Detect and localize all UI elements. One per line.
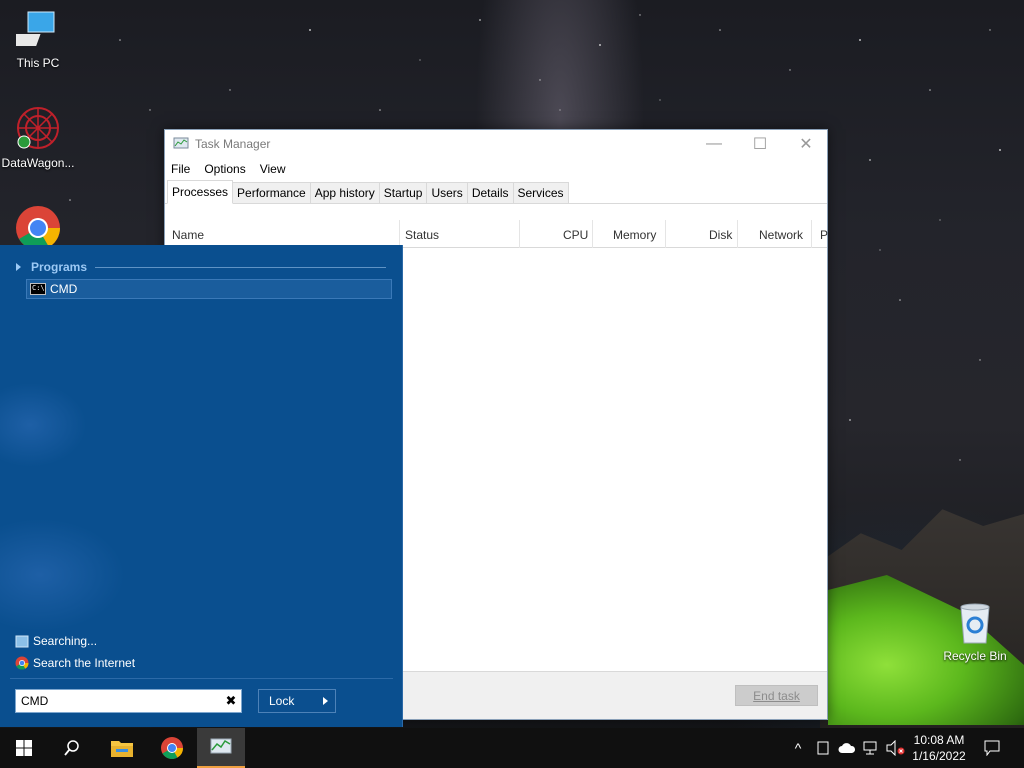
chrome-icon xyxy=(15,656,29,670)
search-button[interactable] xyxy=(48,728,96,768)
desktop-icon-recycle-bin[interactable]: Recycle Bin xyxy=(937,601,1013,663)
programs-heading: Programs xyxy=(16,260,386,274)
search-icon xyxy=(64,740,79,756)
computer-icon xyxy=(16,11,55,46)
column-cpu[interactable]: CPU xyxy=(563,228,588,242)
taskbar: ^ 10:08 AM 1/16/2022 xyxy=(0,728,1024,768)
desktop-icon-label: This PC xyxy=(16,56,60,70)
chrome-icon xyxy=(161,737,183,759)
windows-logo-icon xyxy=(16,740,32,756)
task-manager-taskbar-button[interactable] xyxy=(197,728,245,768)
datawagon-icon xyxy=(17,107,59,149)
tab-performance[interactable]: Performance xyxy=(232,182,311,203)
menu-bar: File Options View xyxy=(165,158,827,180)
recycle-bin-icon xyxy=(960,603,990,644)
end-task-button[interactable]: End task xyxy=(735,685,818,706)
desktop-icon-this-pc[interactable]: This PC xyxy=(0,8,76,70)
clock-date: 1/16/2022 xyxy=(912,749,966,763)
expand-arrow-icon xyxy=(16,263,21,271)
task-manager-icon xyxy=(210,738,232,754)
close-button[interactable]: ✕ xyxy=(783,130,829,158)
window-title: Task Manager xyxy=(195,137,271,151)
tab-app-history[interactable]: App history xyxy=(309,182,380,203)
search-field[interactable]: ✖ xyxy=(15,689,242,713)
action-center-button[interactable] xyxy=(980,728,1004,768)
column-network[interactable]: Network xyxy=(759,228,803,242)
title-bar[interactable]: Task Manager — ☐ ✕ xyxy=(165,130,827,158)
start-menu: Programs C:\ CMD Searching... Search the… xyxy=(0,245,403,727)
minimize-button[interactable]: — xyxy=(691,130,737,158)
desktop-icon-label: Recycle Bin xyxy=(943,649,1007,663)
cmd-icon: C:\ xyxy=(30,283,46,295)
network-icon[interactable] xyxy=(860,728,882,768)
task-manager-icon xyxy=(173,137,189,149)
searching-label: Searching... xyxy=(33,634,98,648)
tray-app-icon[interactable] xyxy=(813,728,833,768)
column-header-row: Name Status CPU Memory Disk Network P xyxy=(165,220,828,248)
desktop-icon-chrome[interactable] xyxy=(0,205,76,245)
start-button[interactable] xyxy=(0,728,48,768)
column-name[interactable]: Name xyxy=(172,228,204,242)
search-input[interactable] xyxy=(21,694,221,708)
clear-search-icon[interactable]: ✖ xyxy=(221,693,241,709)
menu-view[interactable]: View xyxy=(260,162,286,176)
notification-icon xyxy=(984,740,1000,756)
column-memory[interactable]: Memory xyxy=(613,228,656,242)
search-result-cmd[interactable]: C:\ CMD xyxy=(26,279,392,299)
tab-processes[interactable]: Processes xyxy=(167,180,234,204)
power-options-arrow-button[interactable] xyxy=(315,689,336,713)
clock[interactable]: 10:08 AM 1/16/2022 xyxy=(904,732,974,764)
menu-options[interactable]: Options xyxy=(204,162,245,176)
chrome-icon xyxy=(16,206,60,245)
tab-startup[interactable]: Startup xyxy=(378,182,428,203)
menu-file[interactable]: File xyxy=(171,162,190,176)
column-disk[interactable]: Disk xyxy=(709,228,732,242)
onedrive-icon[interactable] xyxy=(836,728,858,768)
volume-muted-icon[interactable] xyxy=(884,728,906,768)
column-status[interactable]: Status xyxy=(405,228,439,242)
search-internet-link[interactable]: Search the Internet xyxy=(15,656,135,670)
lock-button[interactable]: Lock xyxy=(258,689,316,713)
maximize-button[interactable]: ☐ xyxy=(737,130,783,158)
programs-heading-label: Programs xyxy=(31,260,88,274)
desktop-icon-datawagon[interactable]: DataWagon... xyxy=(0,104,76,170)
tab-services[interactable]: Services xyxy=(512,182,569,203)
column-power[interactable]: P xyxy=(820,228,828,242)
clock-time: 10:08 AM xyxy=(913,733,965,747)
desktop-icon-label: DataWagon... xyxy=(1,156,75,170)
file-explorer-button[interactable] xyxy=(98,728,146,768)
chrome-taskbar-button[interactable] xyxy=(148,728,196,768)
tab-details[interactable]: Details xyxy=(466,182,514,203)
search-internet-label: Search the Internet xyxy=(33,656,136,670)
search-result-label: CMD xyxy=(50,282,78,296)
show-hidden-icons-button[interactable]: ^ xyxy=(788,728,808,768)
chevron-right-icon xyxy=(322,697,328,705)
tab-users[interactable]: Users xyxy=(426,182,468,203)
tab-strip: Processes Performance App history Startu… xyxy=(165,180,827,204)
divider xyxy=(10,678,393,679)
folder-icon xyxy=(111,741,133,757)
searching-status: Searching... xyxy=(15,634,97,648)
search-files-icon xyxy=(15,635,29,648)
